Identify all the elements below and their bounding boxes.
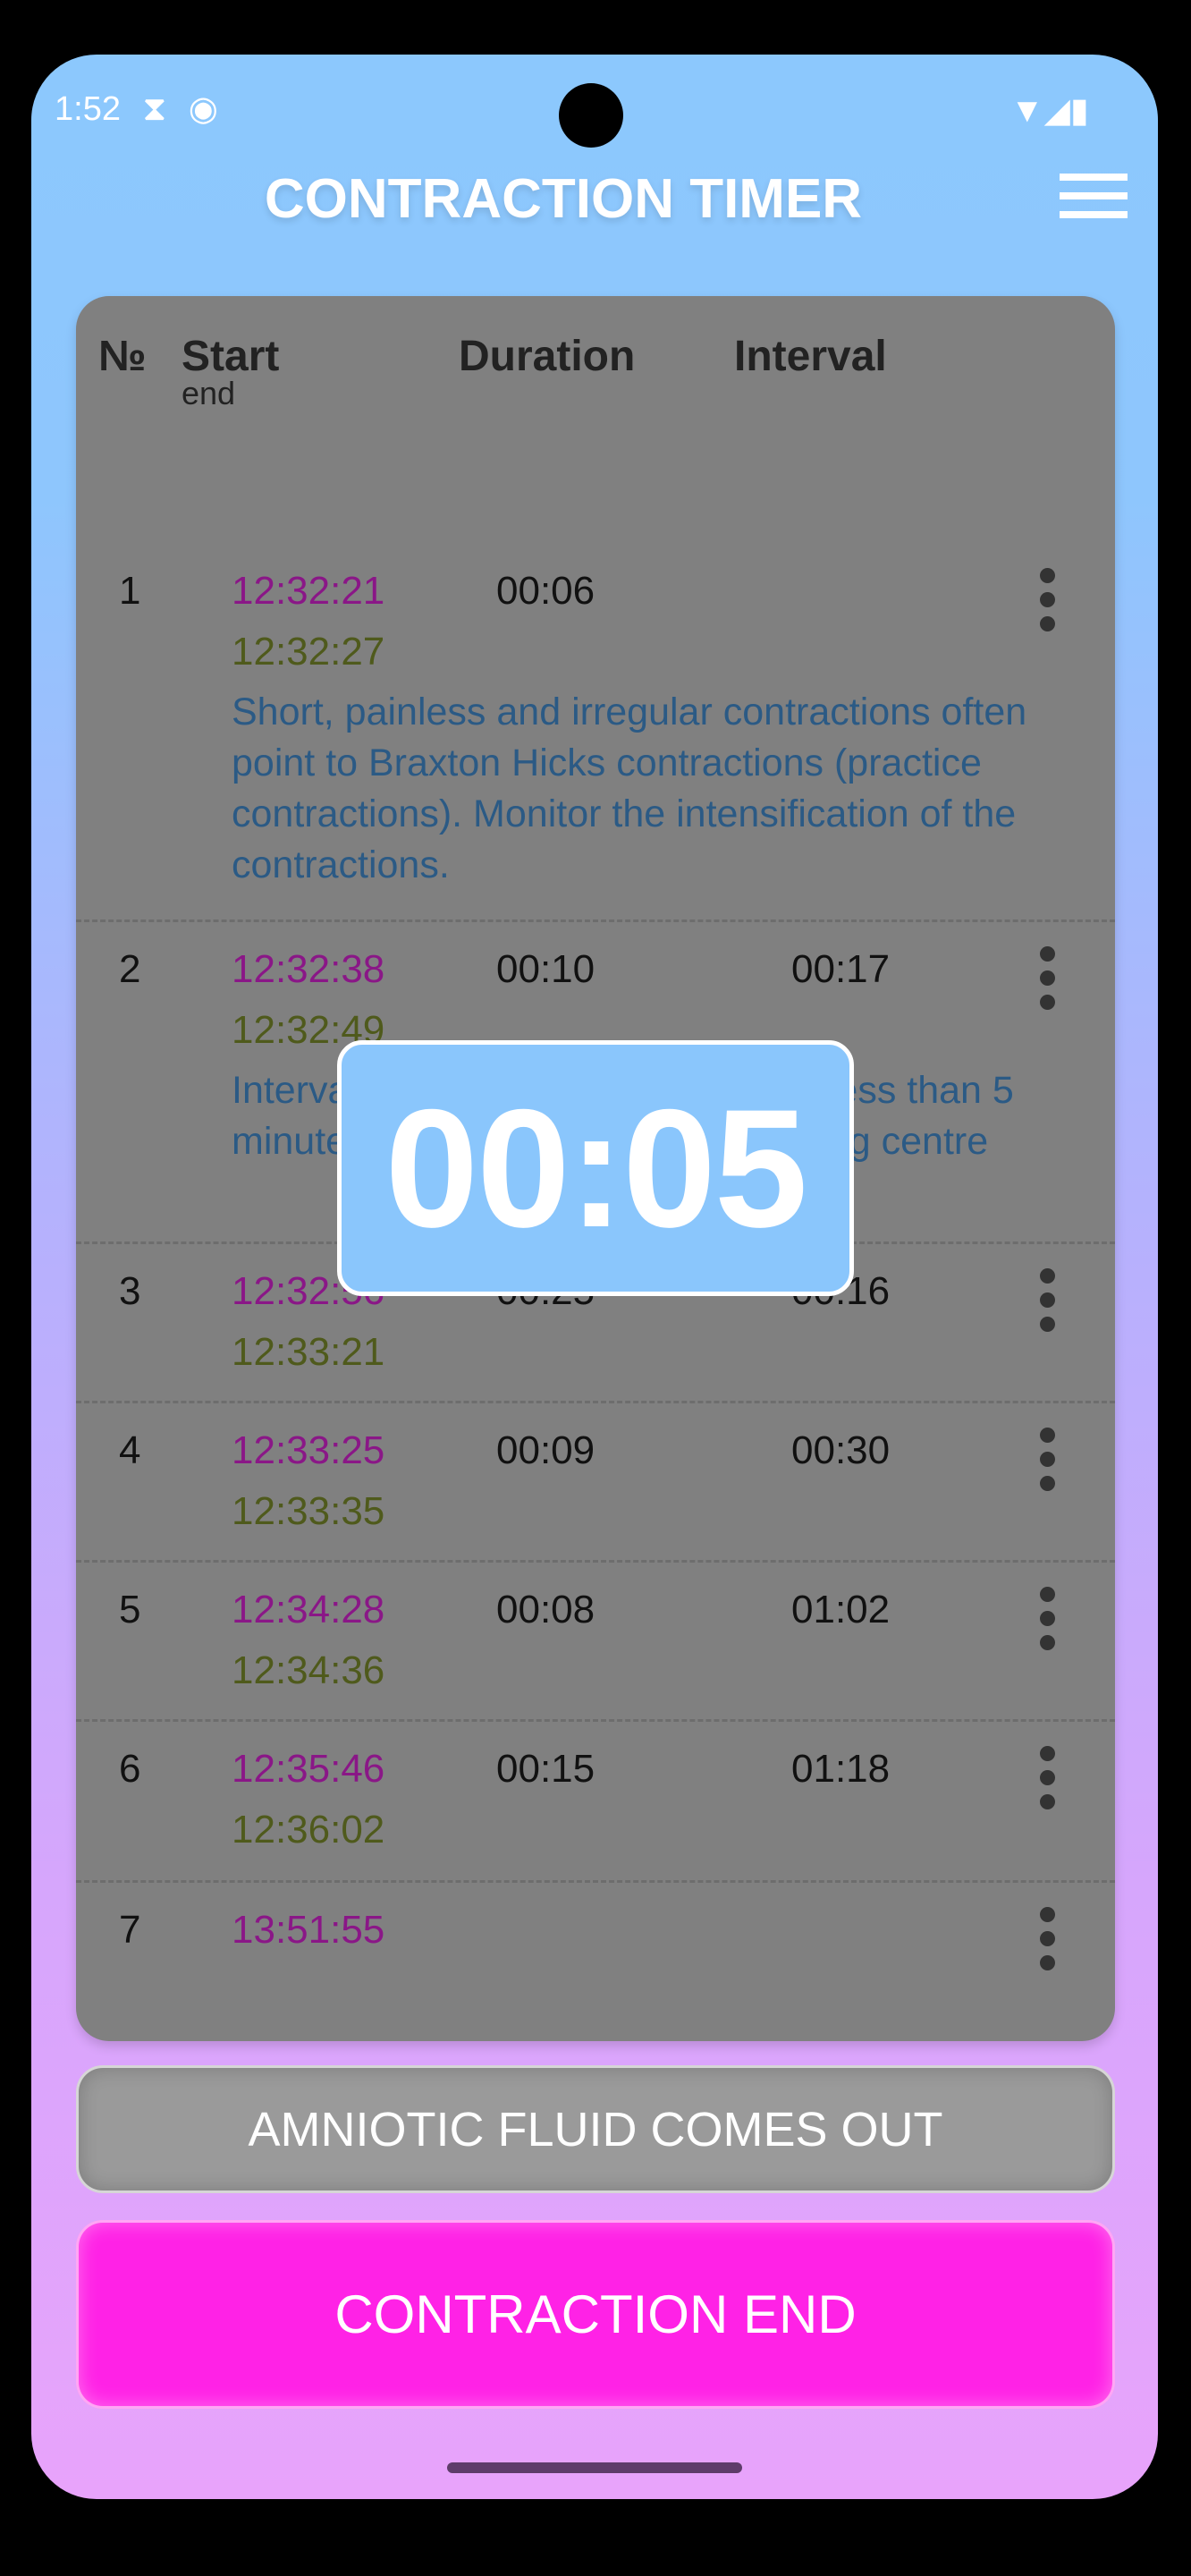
header-end: end <box>182 375 236 411</box>
table-row: 1 12:32:21 12:32:27 00:06 Short, painless an… <box>76 547 1115 919</box>
more-options-icon[interactable] <box>1040 1268 1058 1341</box>
header-duration: Duration <box>459 333 636 380</box>
interval: 01:02 <box>791 1588 891 1631</box>
end-time: 12:32:27 <box>232 630 385 674</box>
hamburger-menu-icon[interactable] <box>1060 174 1128 218</box>
more-options-icon[interactable] <box>1040 1428 1058 1500</box>
app-title: CONTRACTION TIMER <box>264 168 863 230</box>
interval: 01:18 <box>791 1747 891 1791</box>
status-time: 1:52 <box>55 90 121 128</box>
table-row: 5 12:34:28 12:34:36 00:08 01:02 <box>76 1560 1115 1719</box>
row-number: 4 <box>119 1428 141 1472</box>
row-number: 2 <box>119 947 141 991</box>
phone-screen: 1:52 ⧗ ◉ ▼◢▮ CONTRACTION TIMER № Start e… <box>31 55 1158 2499</box>
row-note: Short, painless and irregular contractio… <box>232 691 1027 886</box>
battery-icon: ▮ <box>1069 92 1089 130</box>
table-row: 6 12:35:46 12:36:02 00:15 01:18 <box>76 1719 1115 1880</box>
more-options-icon[interactable] <box>1040 1907 1058 1979</box>
duration: 00:10 <box>496 947 596 991</box>
status-right-icons: ▼◢▮ <box>1010 90 1089 131</box>
header-interval: Interval <box>734 333 887 380</box>
more-options-icon[interactable] <box>1040 946 1058 1019</box>
start-time: 12:35:46 <box>232 1747 385 1791</box>
timer-popup: 00:05 <box>337 1040 854 1296</box>
interval: 00:17 <box>791 947 891 991</box>
pregnancy-icon: ⧗ <box>142 90 167 128</box>
more-options-icon[interactable] <box>1040 1587 1058 1659</box>
amniotic-fluid-button[interactable]: AMNIOTIC FLUID COMES OUT <box>76 2065 1115 2193</box>
end-time: 12:33:21 <box>232 1330 385 1374</box>
wifi-icon: ▼ <box>1010 92 1044 130</box>
home-indicator[interactable] <box>447 2462 742 2473</box>
table-row: 7 13:51:55 <box>76 1880 1115 2041</box>
start-time: 12:34:28 <box>232 1588 385 1631</box>
interval: 00:30 <box>791 1428 891 1472</box>
row-number: 5 <box>119 1588 141 1631</box>
row-number: 7 <box>119 1908 141 1952</box>
start-time: 12:32:21 <box>232 569 385 613</box>
duration: 00:08 <box>496 1588 596 1631</box>
duration: 00:15 <box>496 1747 596 1791</box>
more-options-icon[interactable] <box>1040 1746 1058 1818</box>
start-time: 12:33:25 <box>232 1428 385 1472</box>
contraction-end-button[interactable]: CONTRACTION END <box>76 2220 1115 2409</box>
camera-cutout <box>559 83 623 148</box>
row-number: 6 <box>119 1747 141 1791</box>
status-bar: 1:52 ⧗ ◉ <box>55 89 218 129</box>
end-time: 12:33:35 <box>232 1489 385 1533</box>
signal-icon: ◢ <box>1043 92 1070 130</box>
end-time: 12:36:02 <box>232 1808 385 1852</box>
cast-icon: ◉ <box>188 90 218 128</box>
table-row: 4 12:33:25 12:33:35 00:09 00:30 <box>76 1401 1115 1560</box>
header-number: № <box>98 333 147 380</box>
header-start: Start <box>182 333 280 380</box>
start-time: 12:32:38 <box>232 947 385 991</box>
end-time: 12:34:36 <box>232 1648 385 1692</box>
start-time: 13:51:55 <box>232 1908 385 1952</box>
duration: 00:09 <box>496 1428 596 1472</box>
more-options-icon[interactable] <box>1040 568 1058 640</box>
row-number: 3 <box>119 1269 141 1313</box>
row-number: 1 <box>119 569 141 613</box>
duration: 00:06 <box>496 569 596 613</box>
